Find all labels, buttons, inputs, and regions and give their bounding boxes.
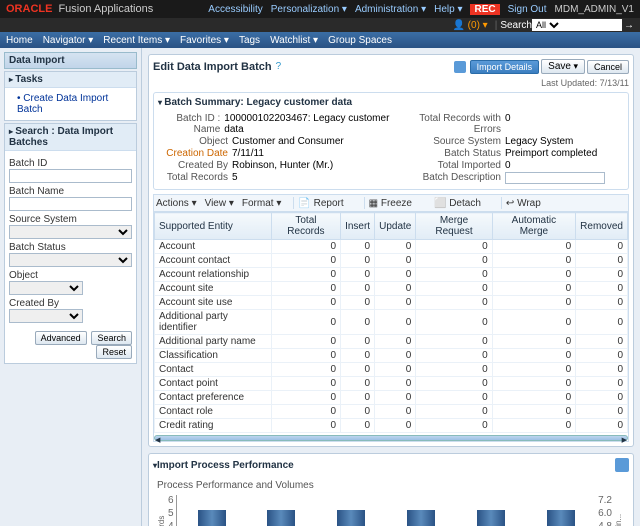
table-row[interactable]: Account contact000000: [155, 254, 628, 268]
save-button[interactable]: Save ▾: [541, 59, 585, 74]
table-row[interactable]: Additional party identifier000000: [155, 310, 628, 335]
advanced-button[interactable]: Advanced: [35, 331, 87, 345]
table-row[interactable]: Account relationship000000: [155, 268, 628, 282]
detach-button[interactable]: ⬜ Detach: [434, 198, 489, 209]
search-scope-select[interactable]: All: [532, 19, 562, 31]
col-header[interactable]: Removed: [576, 213, 628, 240]
menu-home[interactable]: Home: [6, 35, 33, 46]
cancel-button[interactable]: Cancel: [587, 60, 629, 74]
reset-button[interactable]: Reset: [96, 345, 132, 359]
table-row[interactable]: Contact point000000: [155, 377, 628, 391]
y-axis-left-label: Number of Records: [157, 495, 166, 526]
wrap-button[interactable]: ↩ Wrap: [506, 198, 549, 209]
table-row[interactable]: Credit rating000000: [155, 419, 628, 433]
object-label: Object: [9, 270, 132, 281]
table-row[interactable]: Account000000: [155, 240, 628, 254]
created-by-select[interactable]: [9, 309, 83, 323]
chart-line: [177, 495, 597, 526]
source-system-select[interactable]: [9, 225, 132, 239]
col-header[interactable]: Supported Entity: [155, 213, 272, 240]
perf-header[interactable]: Import Process Performance: [157, 460, 294, 471]
batch-name-input[interactable]: [9, 197, 132, 211]
menu-watchlist[interactable]: Watchlist ▾: [270, 35, 318, 46]
source-system-label: Source System: [9, 214, 132, 225]
help-menu[interactable]: Help ▾: [434, 4, 462, 15]
sidebar-title: Data Import: [4, 52, 137, 69]
personalization-menu[interactable]: Personalization ▾: [271, 4, 347, 15]
table-row[interactable]: Contact preference000000: [155, 391, 628, 405]
menu-recent[interactable]: Recent Items ▾: [103, 35, 170, 46]
accessibility-link[interactable]: Accessibility: [208, 4, 262, 15]
content-area: Edit Data Import Batch ? Import Details …: [142, 48, 640, 526]
h-scrollbar[interactable]: [154, 435, 628, 441]
actions-menu[interactable]: Actions ▾: [156, 198, 197, 209]
brand-badge: REC: [470, 4, 499, 15]
last-updated: Last Updated: 7/13/11: [153, 78, 629, 88]
object-select[interactable]: [9, 281, 83, 295]
user-icon: 👤 (0) ▾: [452, 20, 487, 31]
action-icon[interactable]: [454, 61, 466, 73]
menu-group-spaces[interactable]: Group Spaces: [328, 35, 392, 46]
batch-id-label: Batch ID: [9, 158, 132, 169]
signout-link[interactable]: Sign Out: [508, 4, 547, 15]
col-header[interactable]: Automatic Merge: [492, 213, 576, 240]
summary-header[interactable]: Batch Summary: Legacy customer data: [158, 97, 624, 108]
global-header: ORACLE Fusion Applications Accessibility…: [0, 0, 640, 18]
table-row[interactable]: Contact000000: [155, 363, 628, 377]
col-header[interactable]: Total Records: [271, 213, 340, 240]
search-label: Search: [500, 20, 532, 31]
report-button[interactable]: 📄 Report: [298, 198, 351, 209]
page-title: Edit Data Import Batch: [153, 61, 272, 73]
col-header[interactable]: Merge Request: [416, 213, 492, 240]
batch-description-input[interactable]: [505, 172, 605, 184]
help-icon[interactable]: ?: [276, 61, 282, 72]
y-axis-right-label: Time Taken in Min...: [614, 495, 623, 526]
app-name: Fusion Applications: [58, 3, 153, 15]
batch-id-input[interactable]: [9, 169, 132, 183]
chart-bars: [176, 495, 597, 526]
create-batch-link[interactable]: • Create Data Import Batch: [9, 92, 132, 116]
menu-bar: Home Navigator ▾ Recent Items ▾ Favorite…: [0, 32, 640, 48]
table-row[interactable]: Additional party name000000: [155, 335, 628, 349]
search-header[interactable]: Search : Data Import Batches: [5, 124, 136, 151]
table-row[interactable]: Contact role000000: [155, 405, 628, 419]
global-search-bar: 👤 (0) ▾ | Search All →: [0, 18, 640, 32]
menu-favorites[interactable]: Favorites ▾: [180, 35, 229, 46]
batch-name-label: Batch Name: [9, 186, 132, 197]
format-menu[interactable]: Format ▾: [242, 198, 281, 209]
batch-status-label: Batch Status: [9, 242, 132, 253]
view-menu[interactable]: View ▾: [205, 198, 234, 209]
tasks-header[interactable]: Tasks: [5, 72, 136, 88]
batch-status-select[interactable]: [9, 253, 132, 267]
chart-subtitle: Process Performance and Volumes: [157, 480, 625, 491]
global-search-input[interactable]: [562, 19, 622, 31]
created-by-label: Created By: [9, 298, 132, 309]
table-row[interactable]: Account site000000: [155, 282, 628, 296]
entity-table: Actions ▾ View ▾ Format ▾ 📄 Report ▦ Fre…: [153, 194, 629, 442]
refresh-icon[interactable]: [615, 458, 629, 472]
menu-tags[interactable]: Tags: [239, 35, 260, 46]
col-header[interactable]: Update: [375, 213, 416, 240]
search-go-icon[interactable]: →: [624, 20, 634, 31]
col-header[interactable]: Insert: [341, 213, 375, 240]
menu-navigator[interactable]: Navigator ▾: [43, 35, 94, 46]
table-row[interactable]: Classification000000: [155, 349, 628, 363]
user-name: MDM_ADMIN_V1: [555, 4, 634, 15]
search-button[interactable]: Search: [91, 331, 132, 345]
oracle-logo: ORACLE: [6, 3, 52, 15]
administration-menu[interactable]: Administration ▾: [355, 4, 426, 15]
table-row[interactable]: Account site use000000: [155, 296, 628, 310]
freeze-button[interactable]: ▦ Freeze: [369, 198, 420, 209]
import-details-button[interactable]: Import Details: [470, 60, 540, 74]
sidebar: Data Import Tasks • Create Data Import B…: [0, 48, 142, 526]
